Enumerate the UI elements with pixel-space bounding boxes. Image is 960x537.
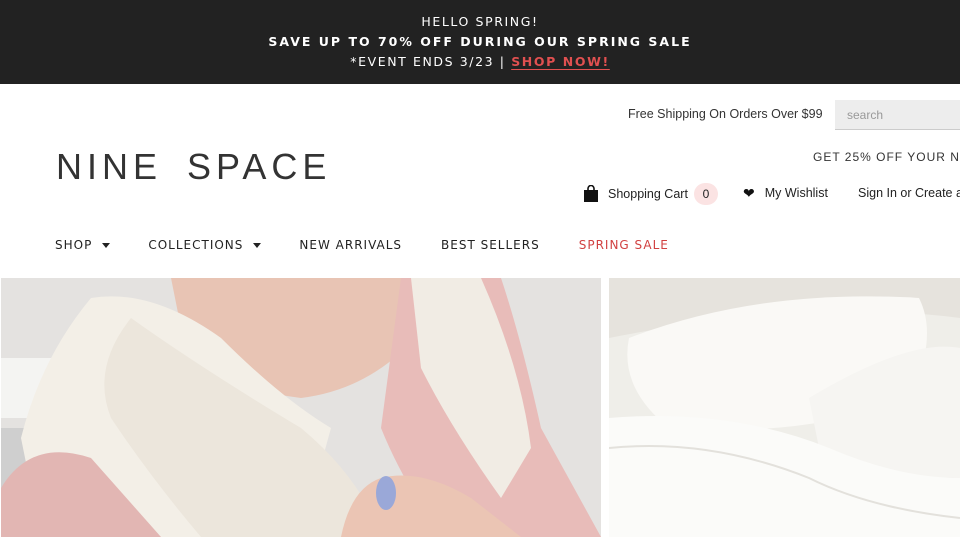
shop-now-link[interactable]: SHOP NOW!: [511, 54, 610, 69]
nav-item-label: COLLECTIONS: [148, 238, 244, 252]
hero-image-robe[interactable]: [1, 278, 601, 537]
nav-item-label: NEW ARRIVALS: [299, 238, 403, 252]
promo-event-end: *EVENT ENDS 3/23 |: [350, 54, 512, 69]
nav-item-collections[interactable]: COLLECTIONS: [148, 238, 262, 252]
shopping-cart-label: Shopping Cart: [608, 187, 688, 201]
caret-down-icon: [102, 242, 111, 248]
cart-count-badge: 0: [693, 183, 718, 205]
bedding-photo: [609, 278, 960, 537]
shopping-cart-link[interactable]: Shopping Cart 0: [583, 183, 718, 205]
nav-item-shop[interactable]: SHOP: [55, 238, 111, 252]
wishlist-label: My Wishlist: [764, 186, 828, 200]
site-logo[interactable]: NINE SPACE: [56, 146, 331, 188]
search-input[interactable]: [835, 100, 960, 130]
main-nav: SHOP COLLECTIONS NEW ARRIVALS BEST SELLE…: [55, 238, 669, 252]
nav-item-label: SHOP: [55, 238, 93, 252]
nav-item-label: BEST SELLERS: [441, 238, 540, 252]
nav-item-new-arrivals[interactable]: NEW ARRIVALS: [299, 238, 402, 252]
discount-offer[interactable]: GET 25% OFF YOUR NEXT: [813, 150, 960, 164]
nav-item-best-sellers[interactable]: BEST SELLERS: [441, 238, 540, 252]
promo-event-line: *EVENT ENDS 3/23 | SHOP NOW!: [0, 54, 960, 69]
sign-in-link[interactable]: Sign In or Create a: [858, 186, 960, 200]
wishlist-link[interactable]: ❤ My Wishlist: [743, 186, 828, 200]
promo-sale-text: SAVE UP TO 70% OFF DURING OUR SPRING SAL…: [268, 34, 692, 49]
nav-item-spring-sale[interactable]: SPRING SALE: [579, 238, 669, 252]
free-shipping-notice: Free Shipping On Orders Over $99: [628, 107, 823, 121]
nav-item-label: SPRING SALE: [578, 238, 669, 252]
promo-banner: HELLO SPRING! SAVE UP TO 70% OFF DURING …: [0, 0, 960, 84]
hero-image-bedding[interactable]: [609, 278, 960, 537]
shopping-bag-icon: [583, 184, 599, 203]
heart-icon: ❤: [743, 185, 755, 201]
promo-headline: HELLO SPRING!: [421, 14, 539, 29]
robe-photo: [1, 278, 601, 537]
caret-down-icon: [253, 242, 262, 248]
